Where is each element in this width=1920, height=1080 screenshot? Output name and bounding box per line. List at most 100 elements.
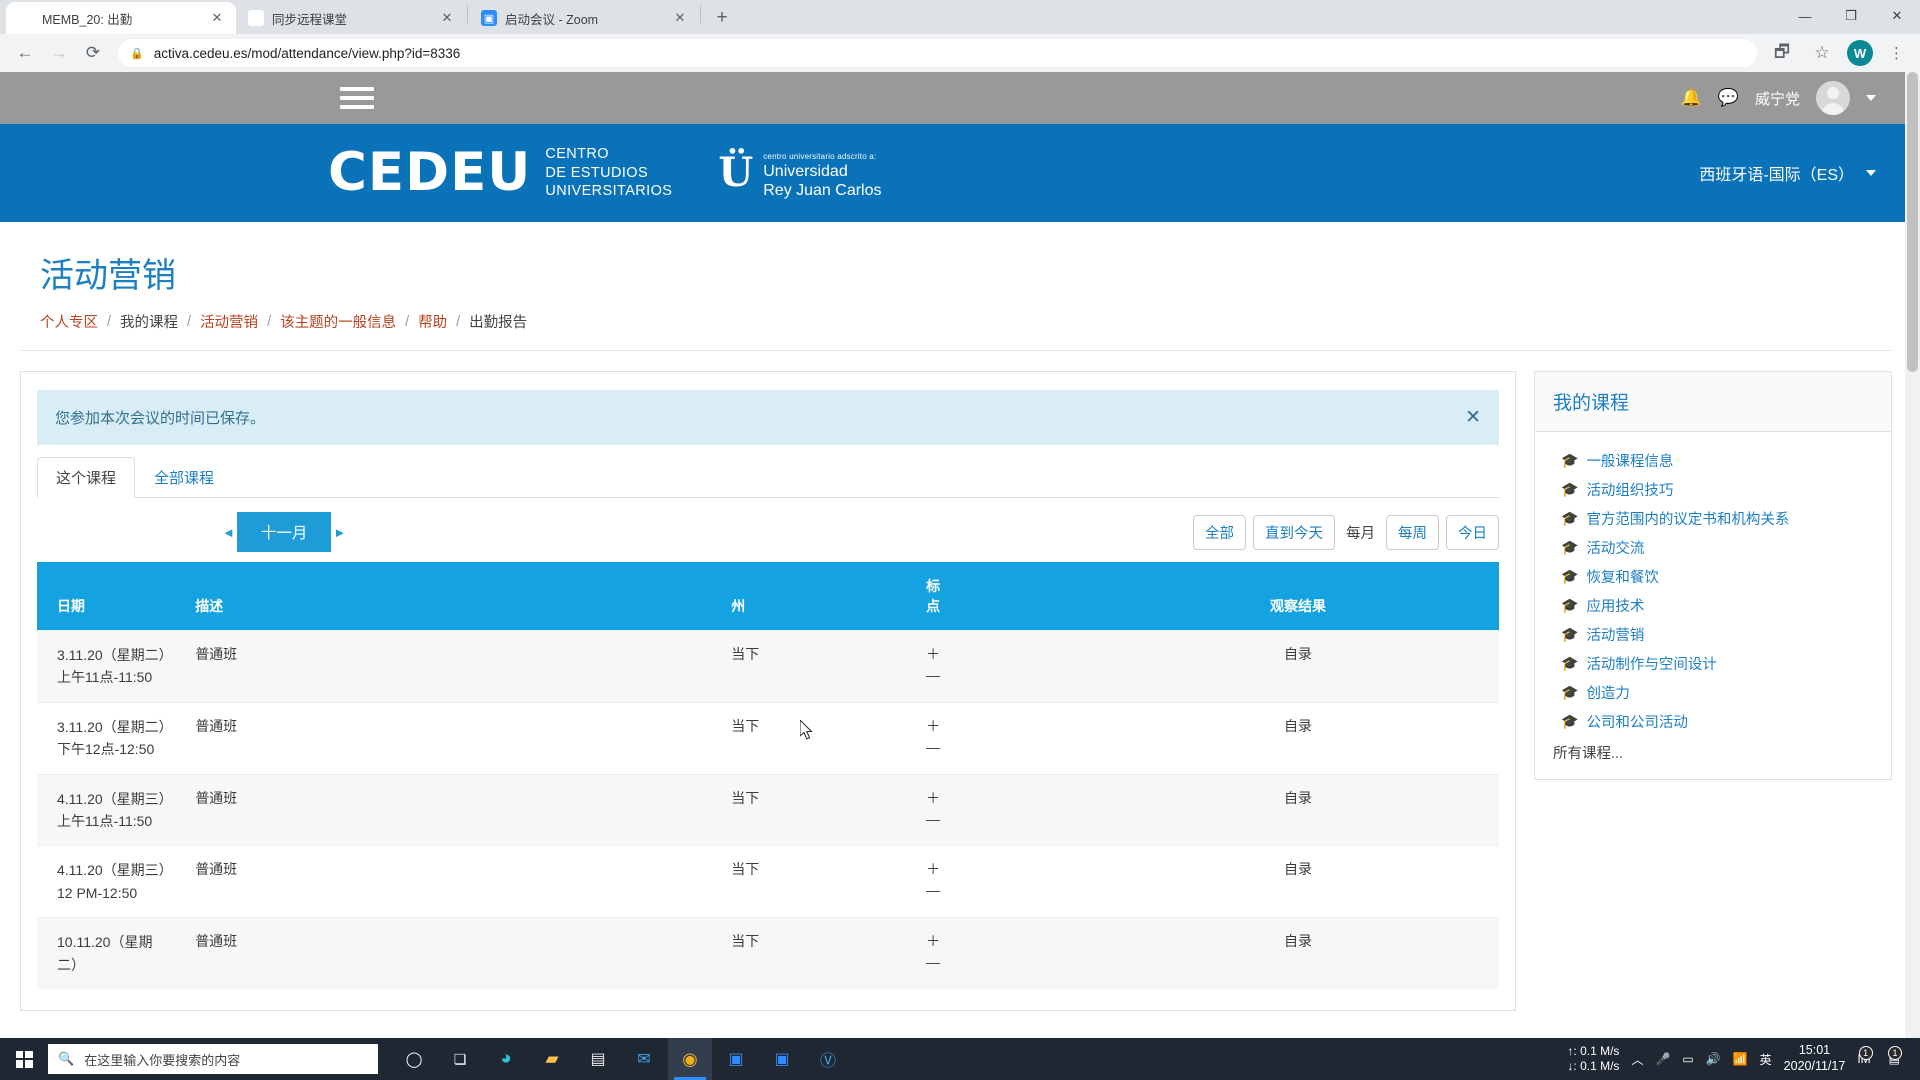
- column-header-date[interactable]: 日期: [37, 562, 184, 631]
- all-courses-link[interactable]: 所有课程...: [1551, 736, 1875, 763]
- tab-close-icon[interactable]: ✕: [208, 9, 226, 27]
- course-link[interactable]: 恢复和餐饮: [1586, 566, 1659, 587]
- column-header-remarks[interactable]: 观察结果: [1096, 562, 1499, 631]
- attendance-panel: 您参加本次会议的时间已保存。 ✕ 这个课程 全部课程 ◄ 十一月 ► 全部 直到…: [20, 371, 1516, 1011]
- list-item[interactable]: 🎓 官方范围内的议定书和机构关系: [1551, 504, 1875, 533]
- minimize-button[interactable]: —: [1782, 0, 1828, 32]
- filter-weekly-button[interactable]: 每周: [1386, 514, 1439, 550]
- course-link[interactable]: 活动营销: [1586, 624, 1644, 645]
- bell-icon[interactable]: 🔔: [1681, 88, 1702, 108]
- column-header-description[interactable]: 描述: [183, 562, 720, 631]
- course-link[interactable]: 活动制作与空间设计: [1586, 653, 1717, 674]
- scrollbar-thumb[interactable]: [1907, 72, 1918, 372]
- list-item[interactable]: 🎓 应用技术: [1551, 591, 1875, 620]
- browser-tab-2[interactable]: ▣ 启动会议 - Zoom ✕: [469, 2, 699, 34]
- filter-today-button[interactable]: 今日: [1446, 514, 1499, 550]
- list-item[interactable]: 🎓 活动制作与空间设计: [1551, 649, 1875, 678]
- ime-indicator[interactable]: 英: [1760, 1051, 1772, 1068]
- cortana-icon[interactable]: ◯: [392, 1038, 436, 1080]
- microsoft-store-icon[interactable]: ▤: [576, 1038, 620, 1080]
- translate-icon[interactable]: 🗗: [1767, 38, 1797, 68]
- list-item[interactable]: 🎓 公司和公司活动: [1551, 707, 1875, 736]
- task-view-icon[interactable]: ❏: [438, 1038, 482, 1080]
- breadcrumb-item-1[interactable]: 我的课程: [120, 311, 178, 332]
- next-month-icon[interactable]: ►: [333, 525, 346, 540]
- start-button[interactable]: [0, 1038, 48, 1080]
- list-item[interactable]: 🎓 恢复和餐饮: [1551, 562, 1875, 591]
- cell-date: 3.11.20（星期二）下午12点-12:50: [37, 701, 184, 775]
- chrome-icon[interactable]: ◉: [668, 1038, 712, 1080]
- microphone-icon[interactable]: 🎤: [1655, 1052, 1670, 1066]
- browser-menu-icon[interactable]: ⋮: [1883, 46, 1910, 61]
- mail-icon[interactable]: ✉: [622, 1038, 666, 1080]
- video-app-icon[interactable]: ▣: [714, 1038, 758, 1080]
- wifi-icon[interactable]: 📶: [1733, 1052, 1748, 1066]
- prev-month-icon[interactable]: ◄: [222, 525, 235, 540]
- table-row: 3.11.20（星期二）下午12点-12:50 普通班 当下 ＋ — 自录: [37, 701, 1499, 775]
- breadcrumb-item-3[interactable]: 该主题的一般信息: [280, 311, 396, 332]
- tab-close-icon[interactable]: ✕: [438, 9, 456, 27]
- close-window-button[interactable]: ✕: [1874, 0, 1920, 32]
- filter-all-button[interactable]: 全部: [1193, 514, 1246, 550]
- cell-remarks: 自录: [1096, 845, 1499, 918]
- edge-icon[interactable]: ◕: [484, 1038, 528, 1080]
- hamburger-menu-icon[interactable]: [340, 87, 374, 109]
- column-header-state[interactable]: 州: [719, 562, 915, 631]
- filter-until-today-button[interactable]: 直到今天: [1253, 514, 1335, 550]
- back-icon[interactable]: ←: [10, 38, 40, 68]
- bookmark-star-icon[interactable]: ☆: [1807, 38, 1837, 68]
- reload-icon[interactable]: ⟳: [78, 38, 108, 68]
- column-header-points[interactable]: 标 点: [914, 562, 1097, 631]
- course-link[interactable]: 应用技术: [1586, 595, 1644, 616]
- zoom-icon[interactable]: ▣: [760, 1038, 804, 1080]
- v-app-icon[interactable]: Ⓥ: [806, 1038, 850, 1080]
- language-selector[interactable]: 西班牙语-国际（ES）: [1699, 161, 1876, 185]
- tray-app-icon-1[interactable]: IM 1: [1857, 1046, 1876, 1066]
- course-link[interactable]: 公司和公司活动: [1586, 711, 1688, 732]
- browser-tab-0[interactable]: C MEMB_20: 出勤 ✕: [6, 2, 236, 34]
- profile-avatar[interactable]: W: [1847, 40, 1873, 66]
- list-item[interactable]: 🎓 活动营销: [1551, 620, 1875, 649]
- chat-icon[interactable]: 💬: [1718, 88, 1739, 108]
- breadcrumb-item-4[interactable]: 帮助: [418, 311, 447, 332]
- system-tray: ↑: 0.1 M/s ↓: 0.1 M/s ︿ 🎤 ▭ 🔊 📶 英 15:01 …: [1567, 1043, 1920, 1074]
- new-tab-button[interactable]: +: [708, 4, 736, 32]
- forward-icon[interactable]: →: [44, 38, 74, 68]
- maximize-button[interactable]: ❐: [1828, 0, 1874, 32]
- cedeu-logo[interactable]: CEDEU CENTRO DE ESTUDIOS UNIVERSITARIOS …: [328, 145, 882, 201]
- course-link[interactable]: 活动组织技巧: [1586, 479, 1673, 500]
- notification-center-icon[interactable]: ▤ 1: [1888, 1046, 1906, 1066]
- breadcrumb-item-2[interactable]: 活动营销: [200, 311, 258, 332]
- list-item[interactable]: 🎓 活动交流: [1551, 533, 1875, 562]
- tab-all-courses[interactable]: 全部课程: [135, 457, 233, 498]
- avatar[interactable]: [1816, 81, 1850, 115]
- tray-expand-icon[interactable]: ︿: [1631, 1051, 1643, 1068]
- clock[interactable]: 15:01 2020/11/17: [1784, 1043, 1846, 1074]
- file-explorer-icon[interactable]: ▰: [530, 1038, 574, 1080]
- graduation-cap-icon: 🎓: [1561, 539, 1579, 555]
- course-link[interactable]: 一般课程信息: [1586, 450, 1673, 471]
- tab-this-course[interactable]: 这个课程: [37, 457, 136, 498]
- urjc-line-2: Rey Juan Carlos: [763, 181, 882, 199]
- chevron-down-icon[interactable]: [1866, 95, 1876, 101]
- tab-close-icon[interactable]: ✕: [671, 9, 689, 27]
- battery-icon[interactable]: ▭: [1682, 1052, 1693, 1066]
- taskbar-search-input[interactable]: 🔍 在这里输入你要搜索的内容: [48, 1044, 378, 1074]
- current-month-label[interactable]: 十一月: [236, 512, 332, 552]
- filter-monthly-button[interactable]: 每月: [1342, 515, 1379, 549]
- close-icon[interactable]: ✕: [1465, 406, 1481, 429]
- cell-description: 普通班: [183, 917, 720, 989]
- volume-icon[interactable]: 🔊: [1706, 1052, 1721, 1066]
- page-scrollbar[interactable]: [1905, 72, 1920, 1044]
- course-link[interactable]: 活动交流: [1586, 537, 1644, 558]
- course-link[interactable]: 官方范围内的议定书和机构关系: [1586, 508, 1789, 529]
- cell-state: 当下: [719, 773, 915, 846]
- list-item[interactable]: 🎓 活动组织技巧: [1551, 475, 1875, 504]
- breadcrumb-item-0[interactable]: 个人专区: [40, 311, 98, 332]
- list-item[interactable]: 🎓 创造力: [1551, 678, 1875, 707]
- cell-remarks: 自录: [1096, 701, 1499, 775]
- address-bar[interactable]: 🔒 activa.cedeu.es/mod/attendance/view.ph…: [118, 39, 1757, 67]
- browser-tab-1[interactable]: C 同步远程课堂 ✕: [236, 2, 466, 34]
- list-item[interactable]: 🎓 一般课程信息: [1551, 446, 1875, 475]
- course-link[interactable]: 创造力: [1586, 682, 1630, 703]
